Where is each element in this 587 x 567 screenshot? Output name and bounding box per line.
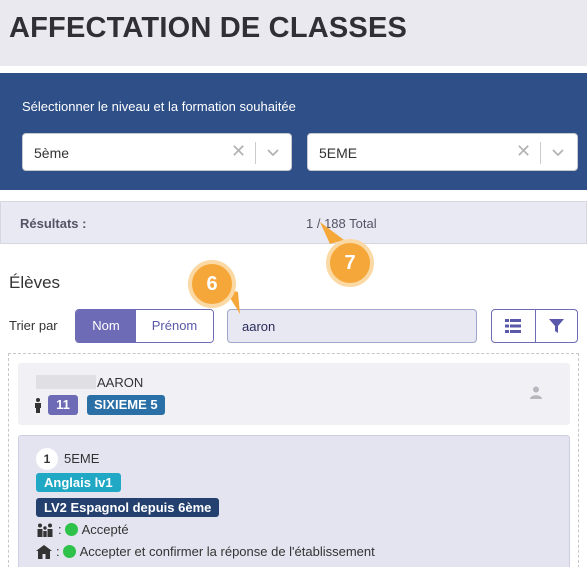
family-status: : Accepté xyxy=(36,522,129,537)
page-header: AFFECTATION DE CLASSES xyxy=(0,0,587,66)
sort-by-nom-button[interactable]: Nom xyxy=(76,310,136,342)
status-dot-green xyxy=(62,545,76,558)
level-select-value: 5ème xyxy=(34,145,70,161)
chevron-down-icon[interactable] xyxy=(266,145,280,164)
student-name: AARON xyxy=(97,375,144,390)
formation-select[interactable]: 5EME ✕ xyxy=(307,133,578,171)
class-badge: SIXIEME 5 xyxy=(87,395,165,415)
filter-button[interactable] xyxy=(534,310,578,342)
wish-card[interactable]: 1 5EME Anglais lv1 LV2 Espagnol depuis 6… xyxy=(18,435,570,567)
option-badge: Anglais lv1 xyxy=(36,473,121,492)
student-search-input[interactable] xyxy=(227,309,477,343)
section-title: Élèves xyxy=(9,273,61,292)
clear-icon[interactable]: ✕ xyxy=(231,141,246,162)
school-status: : Accepter et confirmer la réponse de l'… xyxy=(36,544,375,559)
view-options xyxy=(491,309,578,343)
redacted-first-name xyxy=(36,375,96,389)
chevron-down-icon[interactable] xyxy=(551,145,565,164)
filter-label: Sélectionner le niveau et la formation s… xyxy=(22,99,296,114)
family-icon xyxy=(37,523,53,537)
select-separator xyxy=(255,142,256,164)
results-bar: Résultats : 1 / 188 Total xyxy=(0,201,587,244)
sort-toggle: Nom Prénom xyxy=(75,309,214,343)
status-dot-green xyxy=(64,523,78,536)
select-separator xyxy=(540,142,541,164)
level-select[interactable]: 5ème ✕ xyxy=(22,133,292,171)
filter-icon xyxy=(548,318,564,333)
filter-panel: Sélectionner le niveau et la formation s… xyxy=(0,73,587,190)
student-card[interactable]: AARON 11 SIXIEME 5 xyxy=(18,363,570,425)
user-icon[interactable] xyxy=(530,386,542,399)
formation-select-value: 5EME xyxy=(319,145,358,161)
option-badge: LV2 Espagnol depuis 6ème xyxy=(36,498,220,517)
sort-by-prenom-button[interactable]: Prénom xyxy=(136,310,213,342)
page-title: AFFECTATION DE CLASSES xyxy=(9,12,408,44)
age-badge: 11 xyxy=(48,395,78,415)
callout-badge-results: 7 xyxy=(326,239,374,287)
clear-icon[interactable]: ✕ xyxy=(516,141,531,162)
list-icon xyxy=(505,319,522,333)
wish-level: 5EME xyxy=(64,451,100,466)
callout-badge-search: 6 xyxy=(188,260,236,308)
sort-label: Trier par xyxy=(9,318,58,333)
person-icon xyxy=(35,398,41,413)
family-status-text: Accepté xyxy=(81,522,129,537)
results-label: Résultats : xyxy=(20,216,87,231)
list-view-button[interactable] xyxy=(492,310,535,342)
wish-rank: 1 xyxy=(36,448,58,470)
school-status-text: Accepter et confirmer la réponse de l'ét… xyxy=(79,544,375,559)
school-icon xyxy=(36,544,52,559)
